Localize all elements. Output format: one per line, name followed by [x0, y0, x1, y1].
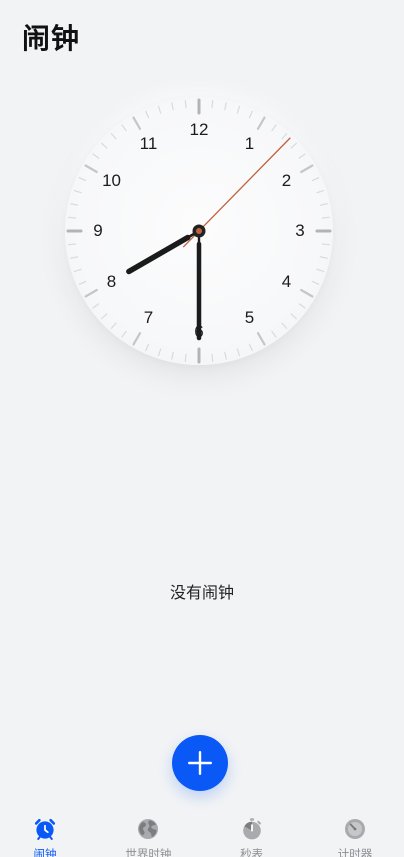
minute-tick: [110, 322, 117, 329]
bottom-tab-bar: 闹钟 世界时钟 秒表 计时器: [0, 812, 404, 857]
minute-tick: [281, 133, 288, 140]
minute-tick: [73, 189, 82, 194]
hour-tick: [84, 288, 98, 298]
minute-tick: [171, 351, 174, 360]
minute-tick: [290, 142, 297, 149]
minute-tick: [184, 100, 187, 109]
hour-tick: [256, 332, 266, 346]
stopwatch-icon: [242, 818, 261, 840]
minute-tick: [145, 343, 150, 352]
alarm-page: 闹钟 12 1 2 3 4 5 6 7 8 9 10 11 没有闹钟 闹钟 世界…: [0, 0, 404, 857]
hour-tick: [132, 116, 142, 130]
minute-tick: [121, 330, 127, 338]
minute-tick: [78, 280, 87, 285]
tab-alarm[interactable]: 闹钟: [5, 812, 85, 857]
tab-stopwatch[interactable]: 秒表: [212, 812, 292, 857]
minute-tick: [248, 343, 253, 352]
hour-tick: [132, 332, 142, 346]
minute-tick: [224, 102, 227, 111]
minute-tick: [316, 268, 325, 273]
tab-alarm-label: 闹钟: [33, 849, 57, 857]
alarm-foot-right: [49, 836, 53, 840]
minute-tick: [110, 133, 117, 140]
minute-tick: [271, 124, 277, 132]
minute-tick: [311, 177, 320, 182]
minute-tick: [145, 110, 150, 119]
minute-tick: [68, 216, 77, 219]
minute-tick: [211, 353, 214, 362]
hour-tick: [84, 164, 98, 174]
tab-world-clock-label: 世界时钟: [125, 849, 172, 857]
minute-tick: [316, 189, 325, 194]
minute-tick: [224, 351, 227, 360]
hour-hand: [126, 229, 201, 275]
plus-icon-shape: [187, 750, 213, 776]
minute-tick: [271, 330, 277, 338]
tab-timer-label: 计时器: [337, 849, 373, 857]
minute-tick: [101, 313, 108, 320]
tab-world-clock[interactable]: 世界时钟: [108, 812, 188, 857]
minute-tick: [319, 203, 328, 206]
add-alarm-button[interactable]: [172, 735, 228, 791]
minute-tick: [70, 256, 79, 259]
minute-tick: [121, 124, 127, 132]
globe-icon: [138, 819, 159, 839]
minute-tick: [92, 153, 100, 159]
plus-icon: [187, 750, 213, 776]
minute-tick: [73, 268, 82, 273]
minute-tick: [298, 303, 306, 309]
minute-tick: [184, 353, 187, 362]
empty-state-text: 没有闹钟: [169, 585, 234, 602]
minute-tick: [281, 322, 288, 329]
minute-tick: [211, 100, 214, 109]
tab-timer[interactable]: 计时器: [315, 812, 395, 857]
minute-tick: [248, 110, 253, 119]
hour-hand-blade: [126, 234, 191, 275]
alarm-bell-left: [34, 818, 41, 825]
alarm-foot-left: [37, 836, 41, 840]
minute-tick: [70, 203, 79, 206]
minute-tick: [171, 102, 174, 111]
hour-tick: [256, 116, 266, 130]
minute-tick: [321, 243, 330, 246]
analog-clock: 12 1 2 3 4 5 6 7 8 9 10 11: [49, 81, 349, 381]
minute-tick: [101, 142, 108, 149]
minute-tick: [290, 313, 297, 320]
stopwatch-crown: [249, 818, 254, 821]
timer-icon: [344, 819, 365, 839]
minute-tick: [157, 105, 162, 114]
minute-tick: [319, 256, 328, 259]
tab-stopwatch-label: 秒表: [240, 849, 264, 857]
clock-hands-layer: [66, 98, 332, 364]
stopwatch-side-button: [256, 820, 261, 825]
minute-tick: [92, 303, 100, 309]
minute-tick: [68, 243, 77, 246]
alarm-bell-right: [49, 818, 56, 825]
alarm-clock-icon: [34, 818, 56, 840]
minute-tick: [321, 216, 330, 219]
minute-tick: [298, 153, 306, 159]
minute-tick: [311, 280, 320, 285]
minute-tick: [236, 348, 241, 357]
hour-tick: [300, 164, 314, 174]
page-title: 闹钟: [22, 23, 81, 54]
minute-tick: [157, 348, 162, 357]
minute-tick: [78, 177, 87, 182]
minute-tick: [236, 105, 241, 114]
hour-tick: [300, 288, 314, 298]
timer-pivot: [353, 827, 357, 831]
center-cap-dot: [196, 228, 202, 234]
